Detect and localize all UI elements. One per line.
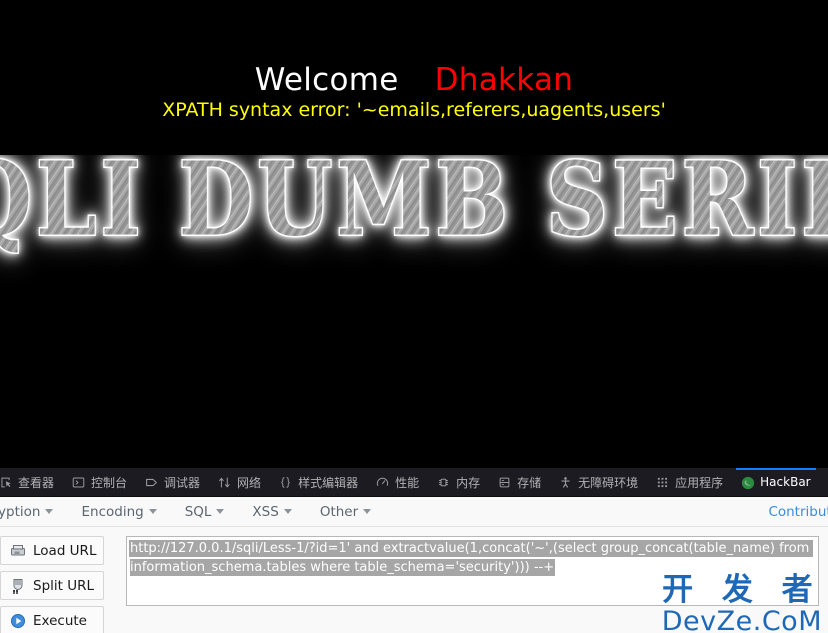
style-editor-icon — [279, 476, 292, 489]
load-url-button[interactable]: Load URL — [0, 536, 104, 565]
hackbar-icon — [741, 476, 755, 489]
tab-style-editor[interactable]: 样式编辑器 — [270, 468, 367, 496]
hackbar-button-column: Load URL Split URL Execute — [0, 536, 104, 633]
web-page-content: Welcome Dhakkan XPATH syntax error: '~ema… — [0, 0, 828, 468]
contribute-link[interactable]: Contribute — [768, 504, 828, 520]
chevron-down-icon — [363, 509, 372, 514]
load-url-label: Load URL — [33, 542, 97, 559]
screen-root: Welcome Dhakkan XPATH syntax error: '~ema… — [0, 0, 828, 633]
tab-network[interactable]: 网络 — [209, 468, 270, 496]
chevron-down-icon — [216, 509, 225, 514]
tab-application-label: 应用程序 — [675, 475, 724, 490]
menu-other[interactable]: Other — [306, 504, 385, 520]
tab-debugger-label: 调试器 — [164, 475, 201, 490]
chevron-down-icon — [283, 509, 292, 514]
tab-style-editor-label: 样式编辑器 — [298, 475, 359, 490]
menu-encoding[interactable]: Encoding — [67, 504, 170, 520]
split-url-label: Split URL — [33, 577, 95, 594]
tab-console[interactable]: 控制台 — [63, 468, 136, 496]
hackbar-body: Load URL Split URL Execute http://127.0.… — [0, 527, 828, 633]
menu-encryption[interactable]: Encryption — [0, 504, 67, 520]
tab-inspector-label: 查看器 — [18, 475, 55, 490]
menu-xss-label: XSS — [252, 503, 279, 520]
storage-icon — [498, 476, 511, 489]
inspector-icon — [0, 476, 12, 489]
chevron-down-icon — [148, 509, 157, 514]
url-textarea-value: http://127.0.0.1/sqli/Less-1/?id=1' and … — [130, 541, 814, 575]
tab-inspector[interactable]: 查看器 — [0, 468, 63, 496]
load-url-icon — [10, 543, 26, 559]
menu-encryption-label: Encryption — [0, 503, 41, 520]
tab-debugger[interactable]: 调试器 — [136, 468, 209, 496]
memory-icon — [437, 476, 450, 489]
xpath-error-message: XPATH syntax error: '~emails,referers,ua… — [162, 99, 666, 121]
menu-other-label: Other — [319, 503, 359, 520]
sqli-banner: SQLI DUMB SERIES SQLI DUMB SERIES — [0, 155, 828, 285]
split-url-button[interactable]: Split URL — [0, 571, 104, 600]
welcome-heading: Welcome Dhakkan — [0, 62, 828, 98]
tab-memory[interactable]: 内存 — [428, 468, 489, 496]
tab-accessibility-label: 无障碍环境 — [578, 475, 639, 490]
sqli-banner-text: SQLI DUMB SERIES — [0, 155, 828, 259]
application-icon — [656, 476, 669, 489]
tab-accessibility[interactable]: 无障碍环境 — [550, 468, 647, 496]
tab-application[interactable]: 应用程序 — [647, 468, 732, 496]
url-textarea[interactable]: http://127.0.0.1/sqli/Less-1/?id=1' and … — [126, 536, 819, 606]
tab-storage-label: 存储 — [517, 475, 542, 490]
tab-hackbar-label: HackBar — [760, 475, 811, 489]
chevron-down-icon — [45, 509, 54, 514]
tab-performance[interactable]: 性能 — [367, 468, 428, 496]
execute-label: Execute — [33, 612, 87, 629]
hackbar-menubar: Encryption Encoding SQL XSS Other Contri… — [0, 497, 828, 527]
console-icon — [72, 476, 85, 489]
welcome-word: Welcome — [254, 62, 399, 98]
menu-xss[interactable]: XSS — [238, 504, 305, 520]
tab-performance-label: 性能 — [395, 475, 420, 490]
network-icon — [218, 476, 231, 489]
performance-icon — [376, 476, 389, 489]
url-textarea-content: http://127.0.0.1/sqli/Less-1/?id=1' and … — [130, 539, 815, 577]
execute-icon — [10, 613, 26, 629]
execute-button[interactable]: Execute — [0, 606, 104, 633]
devtools-panel: 查看器 控制台 调试器 网络 样式编辑器 性能 内存 存储 无障碍环境 应用程序… — [0, 468, 828, 633]
tab-console-label: 控制台 — [91, 475, 128, 490]
split-url-icon — [10, 578, 26, 594]
debugger-icon — [145, 476, 158, 489]
menu-sql-label: SQL — [184, 503, 212, 520]
tab-hackbar[interactable]: HackBar — [732, 468, 819, 496]
tab-memory-label: 内存 — [456, 475, 481, 490]
tab-storage[interactable]: 存储 — [489, 468, 550, 496]
menu-sql[interactable]: SQL — [171, 504, 239, 520]
accessibility-icon — [559, 476, 572, 489]
menu-encoding-label: Encoding — [81, 503, 144, 520]
welcome-username: Dhakkan — [434, 62, 574, 98]
devtools-tab-strip: 查看器 控制台 调试器 网络 样式编辑器 性能 内存 存储 无障碍环境 应用程序… — [0, 468, 828, 497]
tab-network-label: 网络 — [237, 475, 262, 490]
